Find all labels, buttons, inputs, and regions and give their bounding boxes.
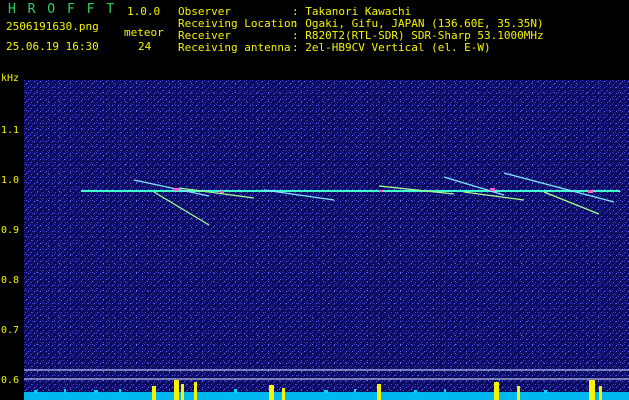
- y-tick-label: 0.9: [1, 225, 20, 236]
- meteor-head: [174, 188, 179, 191]
- y-tick-label: 0.8: [1, 275, 20, 286]
- noise-overlay: [24, 80, 629, 400]
- hrofft-window: H R O F F T 1.0.0 2506191630.png 25.06.1…: [0, 0, 629, 400]
- info-value-antenna: : 2el-HB9CV Vertical (el. E-W): [292, 41, 491, 54]
- meteor-head: [220, 191, 224, 193]
- meteor-count: 24: [138, 40, 152, 53]
- spectrogram-plot: [24, 80, 629, 400]
- unit-label: kHz: [1, 73, 20, 84]
- timestamp: 25.06.19 16:30: [6, 40, 99, 53]
- meteor-head: [588, 190, 593, 193]
- app-version: 1.0.0: [127, 5, 161, 18]
- y-tick-label: 0.6: [1, 375, 20, 386]
- y-tick-label: 1.0: [1, 175, 20, 186]
- app-name: H R O F F T: [8, 2, 117, 17]
- info-label-antenna: Receiving antenna: [178, 41, 291, 54]
- meteor-label: meteor: [124, 26, 164, 39]
- y-tick-label: 0.7: [1, 325, 20, 336]
- meteor-head: [379, 190, 383, 192]
- power-bar-base: [24, 392, 629, 400]
- y-tick-label: 1.1: [1, 125, 20, 136]
- filename: 2506191630.png: [6, 20, 99, 33]
- spectrogram-svg: [24, 80, 629, 400]
- spectrogram-panel: kHz 1631 1632 1633 1634 1635 1636 1637 1…: [0, 73, 629, 400]
- meteor-head: [490, 188, 495, 191]
